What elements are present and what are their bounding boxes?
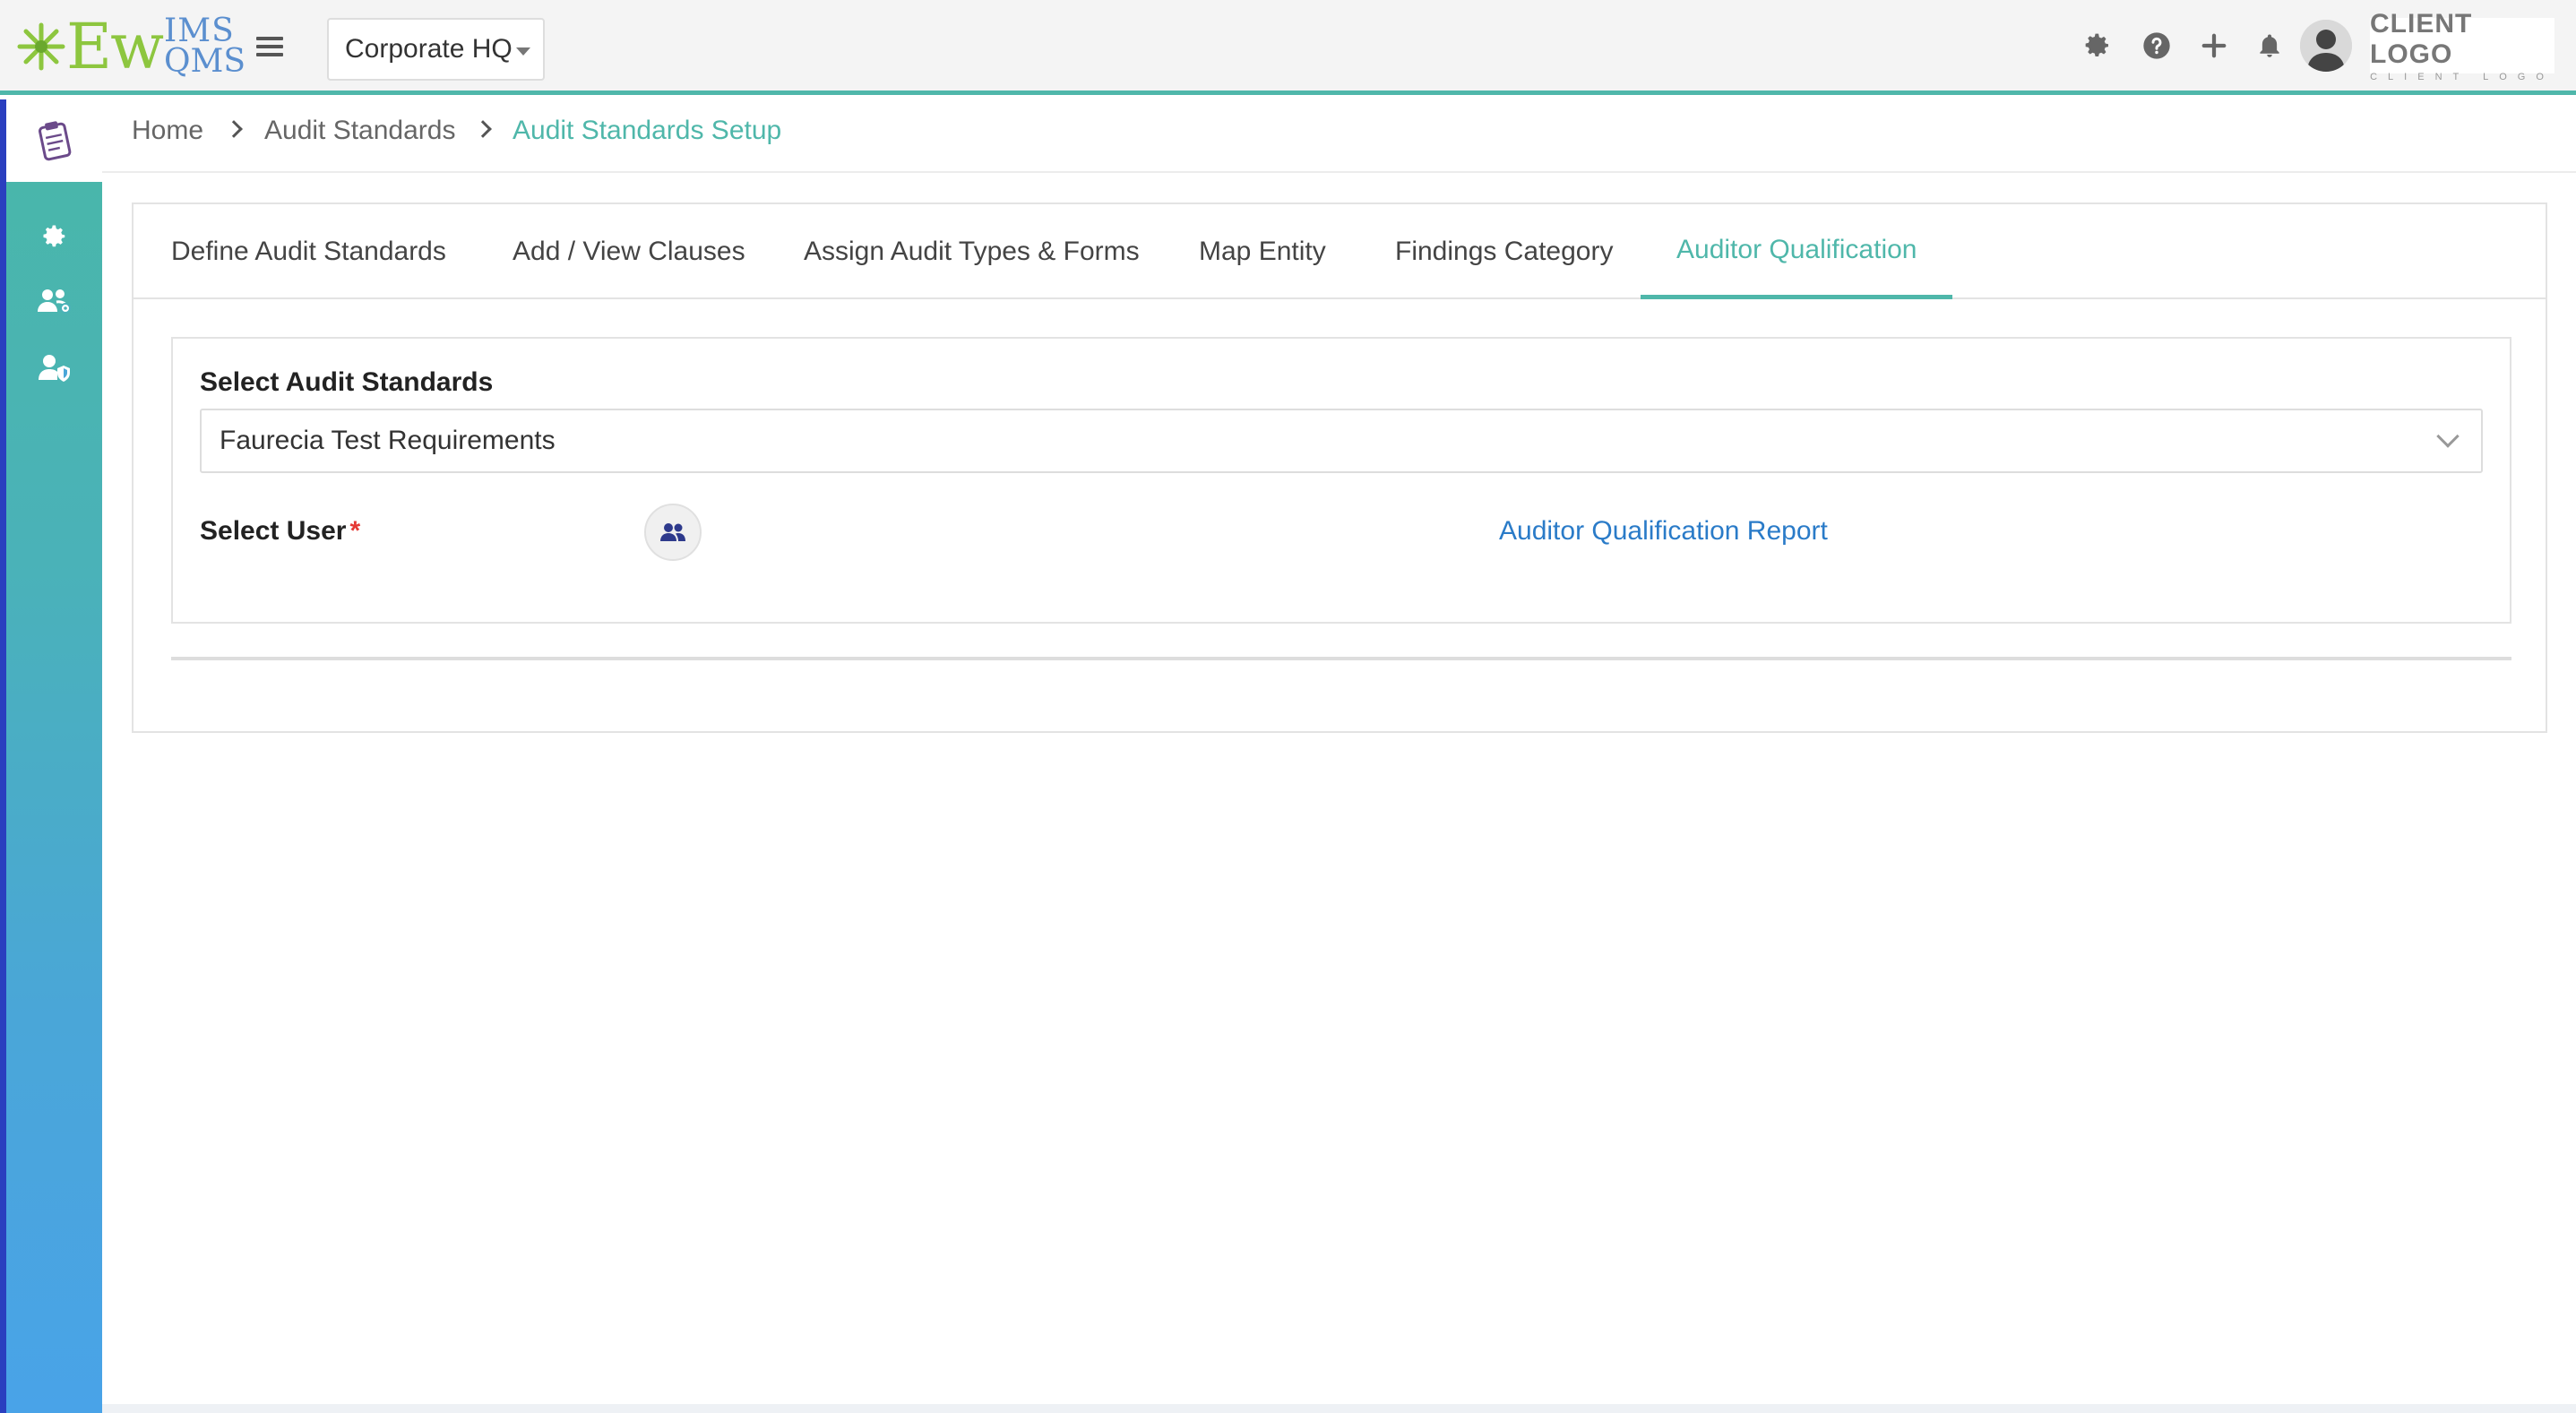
chevron-right-icon	[474, 120, 492, 138]
logo-suffix-bottom: QMS	[164, 43, 246, 80]
bottom-strip	[102, 1404, 2576, 1413]
users-icon	[660, 523, 685, 541]
qualification-form: Select Audit Standards Faurecia Test Req…	[171, 337, 2511, 624]
clipboard-icon	[38, 121, 71, 161]
user-shield-icon	[38, 355, 70, 382]
audit-standards-select-value: Faurecia Test Requirements	[220, 426, 556, 455]
sidebar	[0, 99, 102, 1413]
auditor-qualification-report-link[interactable]: Auditor Qualification Report	[1499, 516, 1828, 547]
sidebar-item-users[interactable]	[6, 279, 102, 323]
tab-auditor-qualification[interactable]: Auditor Qualification	[1641, 204, 1953, 299]
app-logo[interactable]: Ew IMS QMS	[16, 13, 246, 81]
user-avatar[interactable]	[2300, 20, 2352, 72]
select-user-button[interactable]	[644, 504, 702, 561]
select-audit-standards-label: Select Audit Standards	[200, 367, 494, 397]
client-logo: CLIENT LOGO CLIENT LOGO	[2370, 9, 2554, 82]
breadcrumb-home[interactable]: Home	[132, 116, 203, 146]
chevron-down-icon	[2436, 425, 2460, 448]
caret-down-icon	[516, 47, 530, 56]
bell-icon[interactable]	[2251, 27, 2288, 65]
tab-findings-category[interactable]: Findings Category	[1395, 204, 1613, 299]
client-logo-subtext: CLIENT LOGO	[2370, 72, 2554, 82]
location-select[interactable]: Corporate HQ	[327, 18, 545, 81]
hamburger-menu-icon[interactable]	[256, 32, 283, 59]
sidebar-item-settings[interactable]	[6, 214, 102, 259]
location-select-value: Corporate HQ	[345, 34, 513, 64]
logo-text: Ew	[66, 10, 164, 83]
logo-suffix-top: IMS	[164, 12, 235, 49]
required-marker: *	[349, 516, 361, 546]
help-icon[interactable]	[2138, 27, 2175, 65]
breadcrumb-audit-standards[interactable]: Audit Standards	[264, 116, 455, 146]
gear-icon	[43, 225, 65, 247]
gear-icon[interactable]	[2079, 27, 2116, 65]
sidebar-item-user-security[interactable]	[6, 345, 102, 390]
breadcrumb: Home Audit Standards Audit Standards Set…	[102, 99, 2576, 173]
tab-add-view-clauses[interactable]: Add / View Clauses	[513, 204, 745, 299]
chevron-right-icon	[225, 120, 243, 138]
logo-star-icon	[17, 22, 65, 71]
client-logo-text: CLIENT LOGO	[2370, 9, 2473, 69]
sidebar-item-audit[interactable]	[6, 99, 102, 182]
main-card: Define Audit Standards Add / View Clause…	[132, 202, 2547, 733]
users-gear-icon	[37, 289, 71, 314]
logo-suffix: IMS QMS	[164, 12, 246, 80]
tab-define-audit-standards[interactable]: Define Audit Standards	[171, 204, 446, 299]
plus-icon[interactable]	[2195, 27, 2233, 65]
breadcrumb-audit-standards-setup: Audit Standards Setup	[513, 116, 782, 145]
tab-bar: Define Audit Standards Add / View Clause…	[134, 204, 2546, 299]
tab-map-entity[interactable]: Map Entity	[1199, 204, 1326, 299]
select-user-label: Select User *	[200, 516, 360, 547]
audit-standards-select[interactable]: Faurecia Test Requirements	[200, 409, 2483, 473]
tab-assign-audit-types-forms[interactable]: Assign Audit Types & Forms	[804, 204, 1140, 299]
top-bar: Ew IMS QMS Corporate HQ CLIENT LOGO CLIE…	[0, 0, 2576, 95]
divider	[171, 657, 2511, 660]
select-user-label-text: Select User	[200, 516, 347, 546]
